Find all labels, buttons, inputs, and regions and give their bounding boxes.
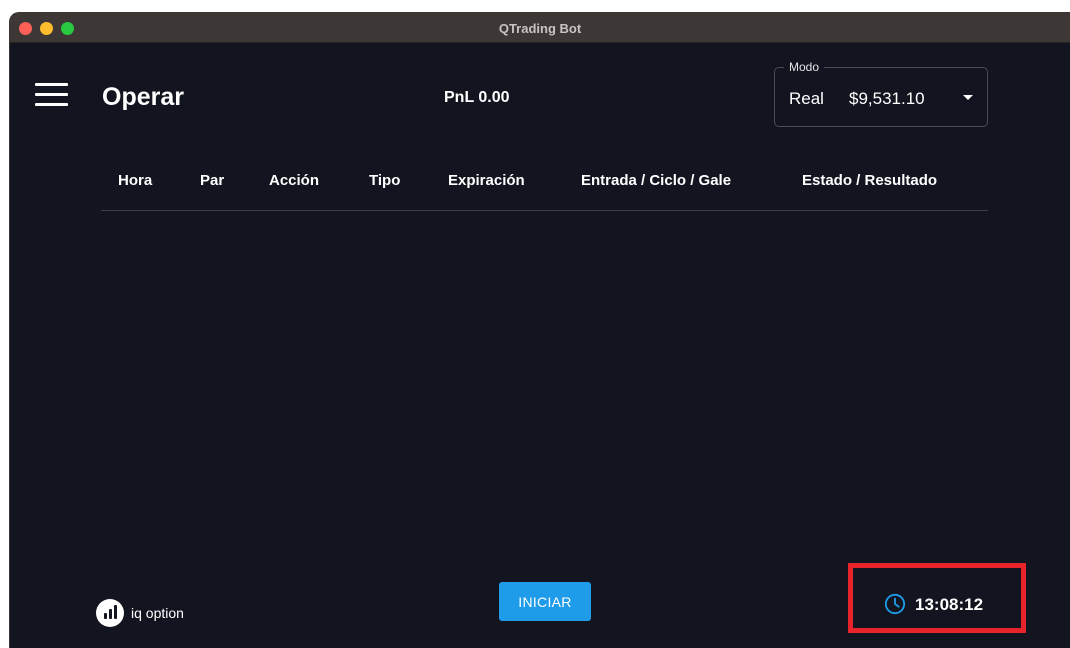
clock-highlight: 13:08:12 — [848, 563, 1026, 633]
column-header-accion: Acción — [269, 172, 320, 189]
mode-legend: Modo — [784, 60, 825, 74]
caret-down-icon[interactable] — [963, 95, 973, 100]
clock-icon — [884, 593, 906, 615]
title-bar: QTrading Bot — [10, 13, 1070, 43]
iq-option-logo-icon — [96, 599, 124, 627]
column-header-hora: Hora — [118, 172, 153, 189]
column-header-par: Par — [200, 172, 225, 189]
window-title: QTrading Bot — [498, 21, 582, 36]
column-header-estado: Estado / Resultado — [802, 172, 938, 189]
column-header-entrada: Entrada / Ciclo / Gale — [581, 172, 732, 189]
brand-name: iq option — [131, 605, 184, 621]
clock-time: 13:08:12 — [915, 595, 984, 614]
operations-table-header: Hora Par Acción Tipo Expiración Entrada … — [101, 163, 988, 211]
pnl-value: PnL 0.00 — [444, 89, 510, 106]
column-header-expiracion: Expiración — [448, 172, 525, 189]
app-window: QTrading Bot Operar PnL 0.00 Modo Real $… — [10, 13, 1070, 648]
balance-amount: $9,531.10 — [849, 89, 925, 108]
page-title: Operar — [102, 83, 184, 111]
hamburger-menu-icon[interactable] — [35, 83, 68, 107]
mode-select[interactable]: Modo Real $9,531.10 — [774, 60, 988, 127]
start-button[interactable]: INICIAR — [499, 582, 591, 621]
column-header-tipo: Tipo — [369, 172, 401, 189]
brand-logo: iq option — [96, 599, 184, 627]
mode-value: Real — [789, 89, 824, 108]
